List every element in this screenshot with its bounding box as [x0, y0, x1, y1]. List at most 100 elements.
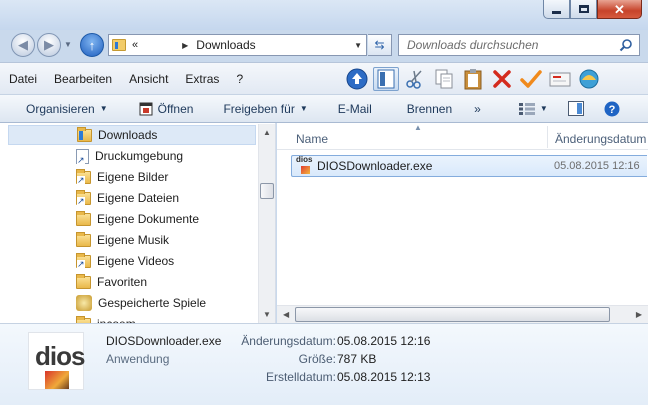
close-button[interactable]: ✕: [597, 0, 642, 19]
column-name[interactable]: Name: [296, 132, 328, 146]
folder-link-icon: [76, 253, 91, 269]
up-arrow-icon: ↑: [88, 37, 96, 53]
organize-label: Organisieren: [26, 101, 95, 116]
scroll-down-icon[interactable]: ▼: [263, 310, 271, 319]
tree-item-label: Eigene Videos: [97, 254, 175, 268]
share-button[interactable]: Freigeben für ▼: [223, 102, 307, 116]
burn-label: Brennen: [406, 101, 453, 116]
scroll-left-icon[interactable]: ◀: [283, 310, 289, 319]
email-label: E-Mail: [337, 101, 372, 116]
breadcrumb-downloads[interactable]: Downloads: [196, 38, 255, 52]
copy-button[interactable]: [431, 67, 457, 91]
menu-edit[interactable]: Bearbeiten: [54, 72, 120, 86]
tree-item-incoem[interactable]: incoem: [76, 314, 136, 323]
search-input[interactable]: Downloads durchsuchen: [407, 38, 538, 52]
menu-tools[interactable]: Extras: [185, 72, 227, 86]
column-date-modified[interactable]: Änderungsdatum: [555, 132, 646, 146]
dios-app-large-icon: dios: [28, 332, 85, 390]
maximize-button[interactable]: [570, 0, 597, 19]
address-overflow[interactable]: «: [132, 39, 138, 51]
tree-item-label: Downloads: [98, 128, 158, 142]
organize-button[interactable]: Organisieren ▼: [26, 102, 108, 116]
search-icon[interactable]: [619, 38, 633, 52]
refresh-button[interactable]: ⇆: [368, 34, 392, 56]
up-arrow-icon: [346, 68, 368, 90]
forward-button[interactable]: ▶: [37, 33, 61, 57]
back-button[interactable]: ◀: [11, 33, 35, 57]
shortcut-icon: [76, 148, 89, 165]
tree-item-eigene-dateien[interactable]: Eigene Dateien: [76, 188, 179, 208]
column-divider[interactable]: [547, 126, 548, 148]
paste-icon: [464, 69, 482, 90]
scroll-right-icon[interactable]: ▶: [636, 310, 642, 319]
menu-help[interactable]: ?: [236, 72, 251, 86]
tree-item-druckumgebung[interactable]: Druckumgebung: [76, 146, 183, 166]
view-details-icon: [518, 102, 535, 115]
minimize-button[interactable]: [543, 0, 570, 19]
title-bar: ✕: [0, 0, 648, 30]
app-icon-image: [301, 166, 310, 174]
folder-icon: [112, 39, 126, 51]
size-value: 787 KB: [337, 352, 377, 366]
help-button[interactable]: ?: [604, 101, 620, 117]
tree-item-eigene-bilder[interactable]: Eigene Bilder: [76, 167, 168, 187]
mail-button[interactable]: [547, 67, 573, 91]
preview-pane-button[interactable]: [373, 67, 399, 91]
breadcrumb-chevron-icon[interactable]: ▶: [182, 41, 188, 50]
app-icon-text: dios: [35, 341, 85, 371]
recent-pages-dropdown[interactable]: ▼: [64, 40, 72, 49]
tree-item-favoriten[interactable]: Favoriten: [76, 272, 147, 292]
tree-item-eigene-videos[interactable]: Eigene Videos: [76, 251, 174, 271]
preview-pane-toggle[interactable]: [567, 101, 584, 116]
tree-item-label: Eigene Dateien: [97, 191, 180, 205]
details-file-type: Anwendung: [106, 352, 170, 366]
menu-view[interactable]: Ansicht: [129, 72, 176, 86]
burn-button[interactable]: Brennen: [407, 102, 452, 116]
up-button[interactable]: ↑: [80, 33, 104, 57]
refresh-icon: ⇆: [374, 38, 385, 52]
tree-item-label: Favoriten: [97, 275, 148, 289]
menu-file[interactable]: Datei: [9, 72, 45, 86]
tree-item-eigene-musik[interactable]: Eigene Musik: [76, 230, 169, 250]
more-commands-button[interactable]: »: [474, 102, 481, 116]
navigation-scrollbar[interactable]: ▲ ▼: [258, 124, 275, 323]
address-bar[interactable]: « ▶ Downloads ▼: [108, 34, 367, 56]
horizontal-scrollbar[interactable]: ◀ ▶: [277, 305, 648, 323]
properties-button[interactable]: [518, 67, 544, 91]
cut-button[interactable]: [402, 67, 428, 91]
forward-arrow-icon: ▶: [44, 37, 54, 52]
command-bar: Organisieren ▼ Öffnen Freigeben für ▼ E-Ma…: [0, 94, 648, 123]
open-button[interactable]: Öffnen: [139, 102, 193, 116]
back-arrow-icon: ◀: [18, 37, 28, 52]
chevron-down-icon: ▼: [99, 104, 108, 113]
share-label: Freigeben für: [223, 101, 295, 116]
view-options-button[interactable]: ▼: [518, 102, 548, 115]
up-toolbar-button[interactable]: [344, 67, 370, 91]
tree-item-gespeicherte-spiele[interactable]: Gespeicherte Spiele: [76, 293, 206, 313]
star-folder-icon: [76, 274, 91, 289]
paste-button[interactable]: [460, 67, 486, 91]
file-list-pane: ▲ Name Änderungsdatum dios DIOSDownloade…: [277, 123, 648, 323]
created-value: 05.08.2015 12:13: [337, 370, 431, 384]
email-button[interactable]: E-Mail: [338, 102, 372, 116]
minimize-icon: [552, 10, 561, 14]
address-dropdown-icon[interactable]: ▼: [354, 41, 362, 50]
shell-button[interactable]: [576, 67, 602, 91]
chevron-down-icon: ▼: [299, 104, 308, 113]
sort-ascending-icon: ▲: [414, 123, 422, 132]
menu-bar: Datei Bearbeiten Ansicht Extras ?: [0, 62, 648, 94]
delete-icon: [493, 70, 511, 88]
scrollbar-thumb[interactable]: [295, 307, 610, 322]
delete-button[interactable]: [489, 67, 515, 91]
search-box[interactable]: Downloads durchsuchen: [398, 34, 640, 56]
file-row[interactable]: dios DIOSDownloader.exe 05.08.2015 12:16: [291, 155, 647, 177]
scrollbar-thumb[interactable]: [260, 183, 274, 199]
folder-icon: [76, 211, 91, 226]
tree-item-downloads[interactable]: Downloads: [8, 125, 256, 145]
tree-item-label: Gespeicherte Spiele: [98, 296, 207, 310]
tree-item-eigene-dokumente[interactable]: Eigene Dokumente: [76, 209, 199, 229]
app-icon-image: [45, 371, 69, 389]
close-icon: ✕: [614, 1, 625, 17]
file-name: DIOSDownloader.exe: [317, 159, 433, 173]
scroll-up-icon[interactable]: ▲: [263, 128, 271, 137]
